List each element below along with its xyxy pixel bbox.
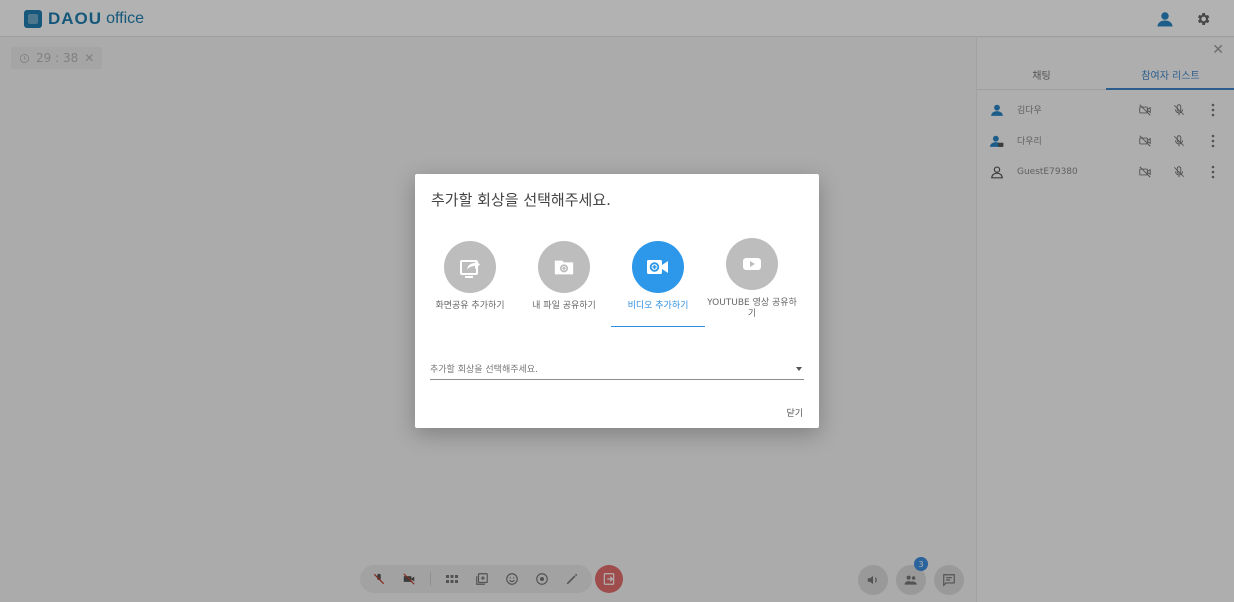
option-file-share[interactable]: 내 파일 공유하기 (517, 238, 611, 327)
option-label: 화면공유 추가하기 (435, 301, 505, 311)
video-select-dropdown[interactable]: 추가할 회상을 선택해주세요. (430, 358, 804, 380)
file-share-icon (538, 241, 590, 293)
option-label: 비디오 추가하기 (627, 301, 689, 311)
option-label: 내 파일 공유하기 (532, 301, 596, 311)
dialog-title: 추가할 회상을 선택해주세요. (431, 191, 611, 209)
select-placeholder: 추가할 회상을 선택해주세요. (430, 365, 538, 375)
youtube-icon (726, 238, 778, 290)
chevron-down-icon (796, 366, 802, 371)
option-label: YOUTUBE 영상 공유하기 (707, 298, 797, 319)
add-screen-dialog: 추가할 회상을 선택해주세요. 화면공유 추가하기 내 파일 공유하기 비디오 … (415, 174, 819, 428)
close-button[interactable]: 닫기 (786, 406, 803, 419)
share-options: 화면공유 추가하기 내 파일 공유하기 비디오 추가하기 YOUTUBE 영상 … (423, 238, 811, 328)
screen-share-icon (444, 241, 496, 293)
option-youtube[interactable]: YOUTUBE 영상 공유하기 (705, 238, 799, 327)
option-screen-share[interactable]: 화면공유 추가하기 (423, 238, 517, 327)
video-add-icon (632, 241, 684, 293)
option-add-video[interactable]: 비디오 추가하기 (611, 238, 705, 327)
